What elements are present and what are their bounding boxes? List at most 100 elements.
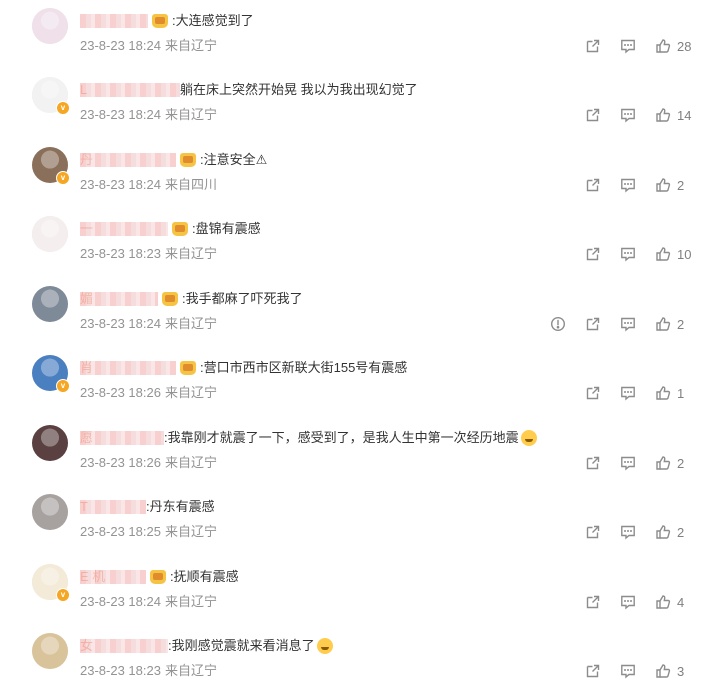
thumbs-up-icon[interactable]: [655, 316, 671, 332]
avatar[interactable]: [32, 633, 68, 669]
username-link[interactable]: [80, 12, 148, 30]
share-icon[interactable]: [585, 177, 601, 193]
comment-row: :大连感觉到了 23-8-23 18:24 来自辽宁 28: [0, 0, 709, 70]
emoji-icon: [316, 638, 333, 654]
thumbs-up-icon[interactable]: [655, 663, 671, 679]
comment-location: 来自四川: [164, 177, 217, 192]
username-blurred: [80, 14, 148, 28]
username-link[interactable]: 女: [80, 637, 168, 655]
comment-text: :我手都麻了吓死我了: [182, 291, 303, 306]
report-icon[interactable]: [550, 316, 566, 332]
comment-meta: 23-8-23 18:26 来自辽宁: [80, 454, 217, 472]
username-visible-text: 女: [80, 638, 94, 653]
share-icon[interactable]: [585, 455, 601, 471]
comment-location: 来自辽宁: [164, 316, 217, 331]
share-icon[interactable]: [585, 524, 601, 540]
comment-line: :大连感觉到了: [80, 12, 254, 30]
comment-icon[interactable]: [620, 107, 636, 123]
username-visible-text: 丹: [80, 152, 94, 167]
thumbs-up-icon[interactable]: [655, 246, 671, 262]
comment-text: 躺在床上突然开始晃 我以为我出现幻觉了: [180, 82, 418, 97]
comment-line: E 机:抚顺有震感: [80, 568, 239, 586]
username-link[interactable]: 愿: [80, 429, 164, 447]
thumbs-up-icon[interactable]: [655, 38, 671, 54]
username-blurred: [80, 83, 180, 97]
comment-date: 23-8-23 18:24: [80, 594, 161, 609]
like-count: 1: [677, 385, 685, 401]
comment-line: 媚 :我手都麻了吓死我了: [80, 290, 303, 308]
comment-icon[interactable]: [620, 177, 636, 193]
like-count: 14: [677, 107, 692, 123]
comment-icon[interactable]: [620, 38, 636, 54]
thumbs-up-icon[interactable]: [655, 455, 671, 471]
username-visible-text: T: [80, 499, 88, 514]
share-icon[interactable]: [585, 38, 601, 54]
comment-text: :营口市西市区新联大街155号有震感: [200, 360, 408, 375]
comment-date: 23-8-23 18:24: [80, 107, 161, 122]
verified-badge-icon: v: [56, 379, 70, 393]
share-icon[interactable]: [585, 385, 601, 401]
thumbs-up-icon[interactable]: [655, 524, 671, 540]
share-icon[interactable]: [585, 107, 601, 123]
username-link[interactable]: 媚: [80, 290, 158, 308]
comment-meta: 23-8-23 18:24 来自辽宁: [80, 593, 217, 611]
comment-location: 来自辽宁: [164, 246, 217, 261]
comment-line: 女:我刚感觉震就来看消息了: [80, 637, 333, 655]
comment-actions: 1: [566, 384, 693, 402]
username-link[interactable]: L: [80, 81, 180, 99]
comment-location: 来自辽宁: [164, 385, 217, 400]
thumbs-up-icon[interactable]: [655, 385, 671, 401]
comment-location: 来自辽宁: [164, 524, 217, 539]
username-link[interactable]: E 机: [80, 568, 146, 586]
comment-row: v 丹:注意安全⚠ 23-8-23 18:24 来自四川 2: [0, 139, 709, 209]
share-icon[interactable]: [585, 246, 601, 262]
username-link[interactable]: 丹: [80, 151, 176, 169]
comment-row: T:丹东有震感 23-8-23 18:25 来自辽宁 2: [0, 486, 709, 556]
comment-location: 来自辽宁: [164, 663, 217, 678]
like-count: 3: [677, 663, 685, 679]
comment-actions: 2: [566, 523, 693, 541]
avatar[interactable]: [32, 8, 68, 44]
avatar[interactable]: [32, 216, 68, 252]
share-icon[interactable]: [585, 316, 601, 332]
comment-actions: 28: [566, 37, 693, 55]
avatar[interactable]: [32, 494, 68, 530]
thumbs-up-icon[interactable]: [655, 594, 671, 610]
comment-icon[interactable]: [620, 594, 636, 610]
comment-row: v E 机:抚顺有震感 23-8-23 18:24 来自辽宁 4: [0, 556, 709, 626]
comment-text: :盘锦有震感: [192, 221, 261, 236]
username-link[interactable]: 肖: [80, 359, 176, 377]
comment-icon[interactable]: [620, 246, 636, 262]
share-icon[interactable]: [585, 663, 601, 679]
comment-text: :丹东有震感: [146, 499, 215, 514]
comment-line: 肖 :营口市西市区新联大街155号有震感: [80, 359, 407, 377]
username-visible-text: L: [80, 82, 88, 97]
comment-text: :注意安全⚠: [200, 152, 268, 167]
crown-badge-icon: [180, 153, 196, 167]
comment-line: T :丹东有震感: [80, 498, 215, 516]
comment-location: 来自辽宁: [164, 107, 217, 122]
thumbs-up-icon[interactable]: [655, 177, 671, 193]
comment-text: :我靠刚才就震了一下，感受到了，是我人生中第一次经历地震: [164, 430, 519, 445]
username-link[interactable]: T: [80, 498, 146, 516]
avatar[interactable]: [32, 286, 68, 322]
username-link[interactable]: 一: [80, 220, 168, 238]
verified-badge-icon: v: [56, 101, 70, 115]
avatar[interactable]: [32, 425, 68, 461]
share-icon[interactable]: [585, 594, 601, 610]
like-count: 10: [677, 246, 692, 262]
verified-badge-icon: v: [56, 588, 70, 602]
username-blurred: [80, 361, 176, 375]
comment-line: L 躺在床上突然开始晃 我以为我出现幻觉了: [80, 81, 418, 99]
comment-icon[interactable]: [620, 316, 636, 332]
comment-icon[interactable]: [620, 524, 636, 540]
comment-icon[interactable]: [620, 663, 636, 679]
crown-badge-icon: [180, 361, 196, 375]
comment-text: :大连感觉到了: [172, 13, 254, 28]
comment-line: 丹 :注意安全⚠: [80, 151, 267, 169]
comment-icon[interactable]: [620, 455, 636, 471]
thumbs-up-icon[interactable]: [655, 107, 671, 123]
comment-icon[interactable]: [620, 385, 636, 401]
comment-line: 愿:我靠刚才就震了一下，感受到了，是我人生中第一次经历地震: [80, 429, 537, 447]
username-blurred: [80, 500, 146, 514]
